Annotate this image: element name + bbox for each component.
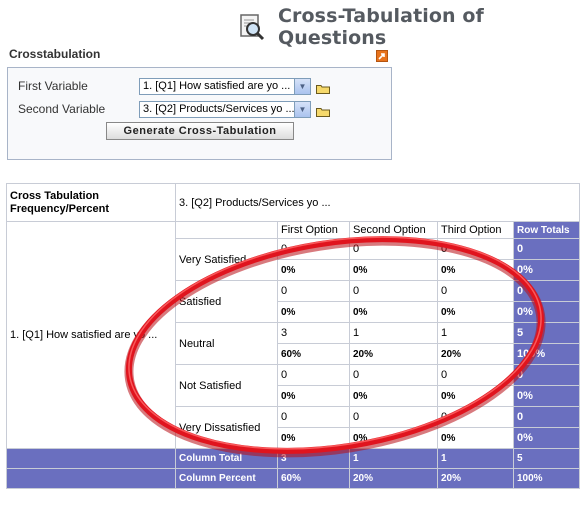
grand-total-cell: 5 xyxy=(513,448,580,469)
percent-cell: 0% xyxy=(277,259,350,281)
row-category-label: Not Satisfied xyxy=(175,364,278,407)
help-icon[interactable] xyxy=(376,50,388,62)
row-total-cell: 0 xyxy=(513,406,580,428)
first-variable-select[interactable]: 1. [Q1] How satisfied are yo ... ▼ xyxy=(139,78,311,95)
count-cell: 0 xyxy=(437,364,514,386)
first-variable-label: First Variable xyxy=(18,79,88,93)
column-percent-cell: 20% xyxy=(349,468,438,489)
row-total-percent-cell: 0% xyxy=(513,385,580,407)
dropdown-arrow-icon[interactable]: ▼ xyxy=(294,102,310,117)
column-header: Third Option xyxy=(437,221,514,239)
percent-cell: 0% xyxy=(437,301,514,323)
percent-cell: 60% xyxy=(277,343,350,365)
count-cell: 0 xyxy=(277,238,350,260)
column-variable-label: 3. [Q2] Products/Services yo ... xyxy=(175,183,580,222)
count-cell: 0 xyxy=(349,238,438,260)
second-variable-label: Second Variable xyxy=(18,102,106,116)
percent-cell: 0% xyxy=(437,385,514,407)
generate-crosstab-button[interactable]: Generate Cross-Tabulation xyxy=(106,122,294,140)
row-total-percent-cell: 0% xyxy=(513,259,580,281)
count-cell: 0 xyxy=(437,280,514,302)
panel-title: Crosstabulation xyxy=(9,47,101,61)
percent-cell: 0% xyxy=(437,259,514,281)
magnifier-document-icon xyxy=(238,13,266,41)
row-total-cell: 0 xyxy=(513,238,580,260)
count-cell: 1 xyxy=(437,322,514,344)
dropdown-arrow-icon[interactable]: ▼ xyxy=(294,79,310,94)
row-category-label: Very Satisfied xyxy=(175,238,278,281)
percent-cell: 0% xyxy=(437,427,514,449)
percent-cell: 0% xyxy=(277,385,350,407)
count-cell: 1 xyxy=(349,322,438,344)
row-category-label: Satisfied xyxy=(175,280,278,323)
count-cell: 0 xyxy=(277,364,350,386)
row-category-label: Neutral xyxy=(175,322,278,365)
percent-cell: 20% xyxy=(349,343,438,365)
count-cell: 0 xyxy=(349,364,438,386)
percent-cell: 0% xyxy=(349,427,438,449)
column-total-label: Column Total xyxy=(175,448,278,469)
second-variable-value: 3. [Q2] Products/Services yo ... xyxy=(143,103,295,115)
column-header: First Option xyxy=(277,221,350,239)
first-variable-value: 1. [Q1] How satisfied are yo ... xyxy=(143,80,291,92)
column-percent-cell: 20% xyxy=(437,468,514,489)
percent-cell: 0% xyxy=(277,427,350,449)
row-total-percent-cell: 0% xyxy=(513,427,580,449)
count-cell: 0 xyxy=(277,280,350,302)
row-variable-label: 1. [Q1] How satisfied are yo ... xyxy=(6,221,176,449)
percent-cell: 20% xyxy=(437,343,514,365)
percent-cell: 0% xyxy=(349,385,438,407)
count-cell: 3 xyxy=(277,322,350,344)
grand-percent-cell: 100% xyxy=(513,468,580,489)
column-percent-label: Column Percent xyxy=(175,468,278,489)
row-total-percent-cell: 0% xyxy=(513,301,580,323)
count-cell: 0 xyxy=(349,406,438,428)
row-total-percent-cell: 100% xyxy=(513,343,580,365)
row-total-cell: 0 xyxy=(513,280,580,302)
column-total-cell: 1 xyxy=(437,448,514,469)
table-header-label: Cross Tabulation Frequency/Percent xyxy=(6,183,176,222)
row-category-label: Very Dissatisfied xyxy=(175,406,278,449)
percent-cell: 0% xyxy=(349,301,438,323)
column-total-cell: 1 xyxy=(349,448,438,469)
second-variable-select[interactable]: 3. [Q2] Products/Services yo ... ▼ xyxy=(139,101,311,118)
folder-icon[interactable] xyxy=(316,104,330,117)
page-header: Cross-Tabulation of Questions xyxy=(238,5,586,49)
percent-cell: 0% xyxy=(349,259,438,281)
folder-icon[interactable] xyxy=(316,81,330,94)
count-cell: 0 xyxy=(349,280,438,302)
column-header: Second Option xyxy=(349,221,438,239)
page-title: Cross-Tabulation of Questions xyxy=(278,5,484,49)
row-total-cell: 0 xyxy=(513,364,580,386)
crosstab-table: Cross Tabulation Frequency/Percent 3. [Q… xyxy=(6,183,580,489)
crosstab-panel: First Variable 1. [Q1] How satisfied are… xyxy=(7,67,392,160)
count-cell: 0 xyxy=(437,406,514,428)
count-cell: 0 xyxy=(437,238,514,260)
row-totals-header: Row Totals xyxy=(513,221,580,239)
column-total-cell: 3 xyxy=(277,448,350,469)
column-percent-cell: 60% xyxy=(277,468,350,489)
row-total-cell: 5 xyxy=(513,322,580,344)
count-cell: 0 xyxy=(277,406,350,428)
percent-cell: 0% xyxy=(277,301,350,323)
